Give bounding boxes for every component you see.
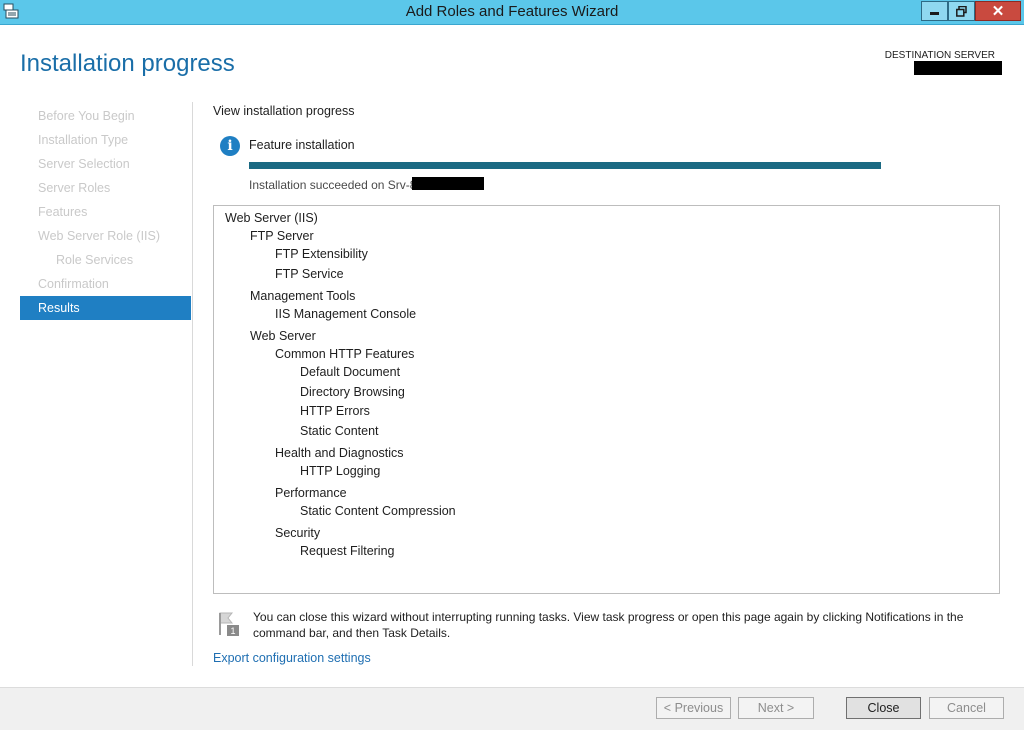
nav-step-confirmation[interactable]: Confirmation xyxy=(20,272,191,296)
progress-bar-fill xyxy=(249,162,881,169)
feature-list-item: Common HTTP Features xyxy=(275,347,415,361)
feature-list-item: FTP Service xyxy=(275,267,344,281)
installed-features-list[interactable]: Web Server (IIS) FTP Server FTP Extensibil… xyxy=(213,205,1000,594)
feature-list-item: HTTP Logging xyxy=(300,464,381,478)
close-icon: ✕ xyxy=(991,3,1005,20)
feature-list-item: Static Content xyxy=(300,424,379,438)
minimize-button[interactable] xyxy=(921,1,948,21)
close-wizard-note: You can close this wizard without interr… xyxy=(253,610,964,640)
feature-list-item: FTP Server xyxy=(250,229,314,243)
feature-list-item: Request Filtering xyxy=(300,544,395,558)
nav-step-results[interactable]: Results xyxy=(20,296,191,320)
notification-count-badge: 1 xyxy=(230,626,235,636)
cancel-button[interactable]: Cancel xyxy=(929,697,1004,719)
nav-step-server-roles[interactable]: Server Roles xyxy=(20,176,191,200)
feature-list-item: Performance xyxy=(275,486,347,500)
nav-step-features[interactable]: Features xyxy=(20,200,191,224)
nav-step-web-server-role[interactable]: Web Server Role (IIS) xyxy=(20,224,191,248)
wizard-steps-nav: Before You Begin Installation Type Serve… xyxy=(20,104,191,320)
installation-progress-bar xyxy=(249,162,881,169)
close-window-button[interactable]: ✕ xyxy=(975,1,1021,21)
window-title: Add Roles and Features Wizard xyxy=(405,3,619,20)
section-heading: View installation progress xyxy=(213,104,355,118)
restore-icon xyxy=(956,5,967,17)
restore-button[interactable] xyxy=(948,1,975,21)
feature-list-item: Security xyxy=(275,526,321,540)
export-configuration-link[interactable]: Export configuration settings xyxy=(213,651,371,665)
feature-list-item: Directory Browsing xyxy=(300,385,405,399)
destination-server-label: DESTINATION SERVER xyxy=(884,50,995,61)
installation-status-text: Installation succeeded on Srv-8 xyxy=(249,178,417,192)
feature-list-item: Management Tools xyxy=(250,289,356,303)
server-name-redacted xyxy=(412,177,484,190)
previous-button[interactable]: < Previous xyxy=(656,697,731,719)
feature-list-item: HTTP Errors xyxy=(300,404,370,418)
info-icon: i xyxy=(220,136,240,156)
feature-list-item: Health and Diagnostics xyxy=(275,446,404,460)
nav-step-before-you-begin[interactable]: Before You Begin xyxy=(20,104,191,128)
nav-step-server-selection[interactable]: Server Selection xyxy=(20,152,191,176)
next-button[interactable]: Next > xyxy=(738,697,814,719)
minimize-icon xyxy=(929,12,939,15)
nav-step-installation-type[interactable]: Installation Type xyxy=(20,128,191,152)
feature-installation-label: Feature installation xyxy=(249,138,355,152)
feature-list-item: Web Server xyxy=(250,329,316,343)
feature-list-item: FTP Extensibility xyxy=(275,247,368,261)
nav-divider xyxy=(192,102,193,666)
destination-server-name-redacted xyxy=(914,61,1002,75)
close-button[interactable]: Close xyxy=(846,697,921,719)
feature-list-item: Default Document xyxy=(300,365,401,379)
feature-list-item: Web Server (IIS) xyxy=(225,211,318,225)
window-titlebar[interactable]: Add Roles and Features Wizard ✕ xyxy=(0,0,1024,25)
feature-list-item: Static Content Compression xyxy=(300,504,456,518)
feature-list-item: IIS Management Console xyxy=(275,307,417,321)
nav-step-role-services[interactable]: Role Services xyxy=(20,248,191,272)
notification-flag-icon: 1 xyxy=(219,612,239,636)
page-title: Installation progress xyxy=(20,50,235,77)
